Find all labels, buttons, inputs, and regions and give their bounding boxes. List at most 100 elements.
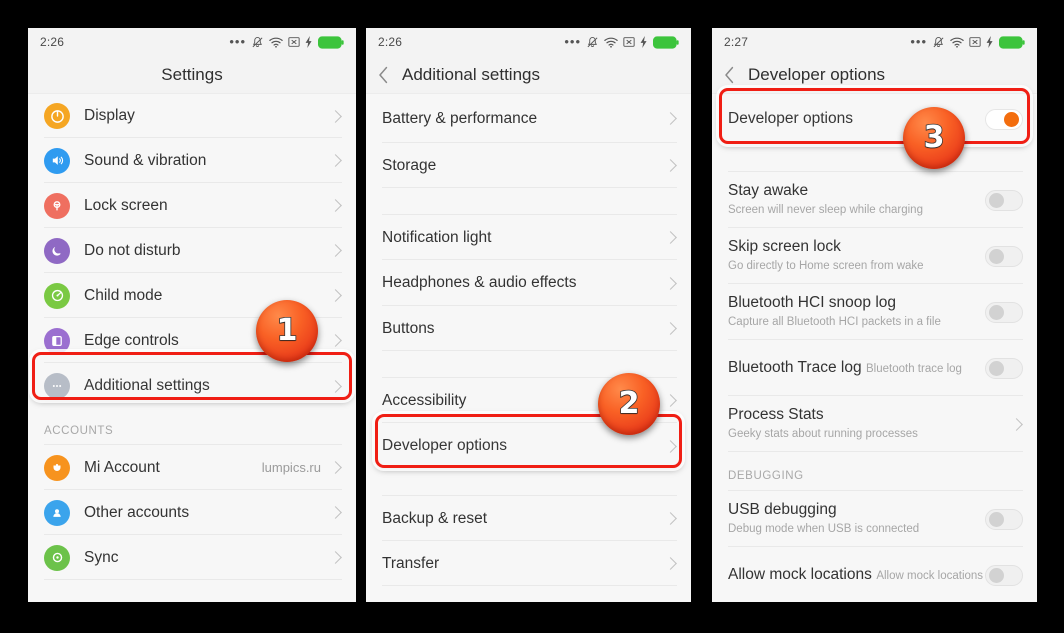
list-item-lock-screen[interactable]: Lock screen	[28, 183, 356, 228]
list-item-label: Bluetooth Trace log	[728, 359, 862, 376]
charging-bolt-icon	[305, 36, 312, 48]
toggle-knob	[989, 512, 1004, 527]
list-item-buttons[interactable]: Buttons	[366, 306, 691, 351]
list-item-usb-debugging[interactable]: USB debugging Debug mode when USB is con…	[712, 491, 1037, 547]
list-item-label: Backup & reset	[382, 509, 488, 527]
list-item-do-not-disturb[interactable]: Do not disturb	[28, 228, 356, 273]
list-item-label: Stay awake	[728, 182, 809, 199]
status-bar-icons: •••	[564, 34, 679, 49]
chevron-right-icon	[329, 109, 342, 123]
list-gap	[712, 144, 1037, 172]
list-item-storage[interactable]: Storage	[366, 143, 691, 188]
edge-controls-icon	[44, 327, 70, 354]
no-sim-icon	[288, 37, 300, 47]
list-item-label: USB debugging	[728, 501, 837, 518]
step-badge-number: 3	[923, 120, 945, 155]
status-bar-clock: 2:26	[40, 35, 65, 49]
list-item-additional-settings[interactable]: Additional settings	[28, 363, 356, 409]
list-item-label: Battery & performance	[382, 109, 538, 127]
list-item-headphones-audio-effects[interactable]: Headphones & audio effects	[366, 260, 691, 306]
chevron-right-icon	[329, 334, 342, 347]
list-item-label: Skip screen lock	[728, 238, 841, 255]
no-sim-icon	[969, 37, 981, 47]
toggle-skip-screen-lock[interactable]	[985, 245, 1023, 267]
list-item-display[interactable]: Display	[28, 94, 356, 138]
phone-panel-additional-settings: 2:26 ••• Additional settings Battery & p…	[366, 28, 691, 602]
list-item-sublabel: Geeky stats about running processes	[728, 428, 918, 440]
list-item-sublabel: Bluetooth trace log	[866, 363, 962, 375]
list-item-sublabel: Go directly to Home screen from wake	[728, 260, 924, 272]
chevron-right-icon	[664, 322, 677, 335]
list-item-stay-awake[interactable]: Stay awake Screen will never sleep while…	[712, 172, 1037, 228]
list-item-other-accounts[interactable]: Other accounts	[28, 490, 356, 535]
step-badge-3: 3	[903, 107, 965, 169]
list-item-developer-options-toggle[interactable]: Developer options	[712, 94, 1037, 144]
list-item-bluetooth-trace-log[interactable]: Bluetooth Trace log Bluetooth trace log	[712, 340, 1037, 396]
list-gap	[366, 351, 691, 378]
display-icon	[44, 103, 70, 129]
title-bar: Settings	[28, 56, 356, 94]
toggle-usb-debugging[interactable]	[985, 508, 1023, 530]
chevron-right-icon	[664, 512, 677, 525]
list-item-skip-screen-lock[interactable]: Skip screen lock Go directly to Home scr…	[712, 228, 1037, 284]
list-item-process-stats[interactable]: Process Stats Geeky stats about running …	[712, 396, 1037, 452]
chevron-right-icon	[329, 289, 342, 302]
bell-muted-icon	[933, 36, 944, 47]
back-chevron-icon[interactable]	[366, 66, 400, 84]
list-item-label: Sound & vibration	[84, 151, 207, 169]
list-item-label: Developer options	[382, 437, 507, 454]
more-dots-circle-icon	[44, 373, 70, 399]
list-item-label: Process Stats	[728, 406, 824, 423]
battery-icon	[653, 35, 679, 49]
bell-muted-icon	[252, 36, 263, 47]
status-bar: 2:27 •••	[712, 28, 1037, 56]
lock-screen-icon	[44, 192, 70, 219]
list-item-mi-account[interactable]: Mi Account lumpics.ru	[28, 445, 356, 490]
list-item-label: Allow mock locations	[728, 566, 872, 583]
back-chevron-icon[interactable]	[712, 66, 746, 84]
toggle-bluetooth-trace-log[interactable]	[985, 357, 1023, 379]
list-item-value: lumpics.ru	[261, 460, 321, 475]
list-item-label: Other accounts	[84, 503, 190, 521]
list-item-notification-light[interactable]: Notification light	[366, 215, 691, 260]
toggle-bluetooth-hci-snoop-log[interactable]	[985, 301, 1023, 323]
sound-icon	[44, 147, 70, 174]
chevron-right-icon	[1010, 417, 1023, 431]
toggle-knob	[989, 193, 1004, 208]
list-item-allow-mock-locations[interactable]: Allow mock locations Allow mock location…	[712, 547, 1037, 602]
step-badge-2: 2	[598, 373, 660, 435]
status-bar-icons: •••	[229, 34, 344, 49]
list-item-sync[interactable]: Sync	[28, 535, 356, 580]
list-item-bluetooth-hci-snoop-log[interactable]: Bluetooth HCI snoop log Capture all Blue…	[712, 284, 1037, 340]
list-item-sublabel: Debug mode when USB is connected	[728, 523, 920, 535]
list-item-sound-vibration[interactable]: Sound & vibration	[28, 138, 356, 183]
list-item-label: Storage	[382, 156, 437, 174]
toggle-developer-options[interactable]	[985, 108, 1023, 130]
list-item-battery-performance[interactable]: Battery & performance	[366, 94, 691, 143]
wifi-icon	[269, 37, 283, 48]
list-item-label: Bluetooth HCI snoop log	[728, 294, 897, 311]
chevron-right-icon	[664, 276, 677, 290]
toggle-stay-awake[interactable]	[985, 189, 1023, 211]
screenshot-stage: 2:26 ••• Settings Display Sound & vibrat…	[0, 0, 1064, 633]
section-header-label: ACCOUNTS	[44, 425, 114, 437]
list-item-transfer[interactable]: Transfer	[366, 541, 691, 586]
chevron-right-icon	[329, 154, 342, 167]
page-title: Settings	[161, 64, 223, 84]
toggle-allow-mock-locations[interactable]	[985, 564, 1023, 586]
developer-options-list[interactable]: Developer options Stay awake Screen will…	[712, 94, 1037, 602]
section-header-label: DEBUGGING	[728, 470, 804, 482]
settings-list[interactable]: Battery & performance Storage Notificati…	[366, 94, 691, 602]
list-item-backup-reset[interactable]: Backup & reset	[366, 496, 691, 541]
chevron-right-icon	[329, 461, 342, 474]
list-item-label: Transfer	[382, 554, 440, 572]
charging-bolt-icon	[640, 36, 647, 48]
toggle-knob	[989, 249, 1004, 264]
divider	[44, 579, 342, 580]
phone-panel-developer-options: 2:27 ••• Developer options Developer opt…	[712, 28, 1037, 602]
more-dots-icon: •••	[564, 34, 581, 49]
status-bar-clock: 2:26	[378, 35, 403, 49]
more-dots-icon: •••	[229, 34, 246, 49]
step-badge-number: 1	[276, 313, 298, 348]
page-title: Additional settings	[402, 64, 540, 84]
